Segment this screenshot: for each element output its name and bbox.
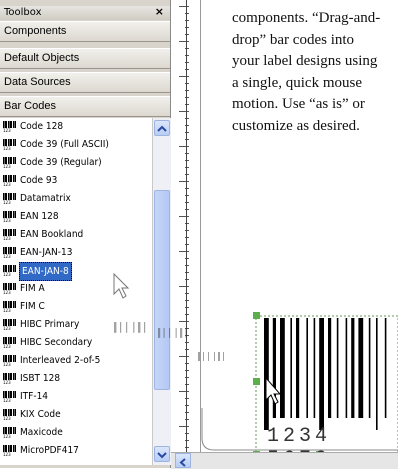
description-text: components. “Drag-and- drop” bar codes i… <box>232 8 398 137</box>
scroll-left-button[interactable] <box>175 453 191 468</box>
svg-text:123: 123 <box>3 254 11 258</box>
svg-text:123: 123 <box>3 272 11 276</box>
list-item[interactable]: 123 Code 128 <box>0 118 152 135</box>
list-item[interactable]: 123 Code 39 (Regular) <box>0 154 152 171</box>
category-bar-codes[interactable]: Bar Codes <box>0 96 170 117</box>
resize-handle <box>253 378 260 385</box>
list-item-label: KIX Code <box>20 409 61 420</box>
list-item-label: Code 93 <box>20 175 58 186</box>
svg-text:123: 123 <box>3 236 11 240</box>
svg-text:123: 123 <box>3 164 11 168</box>
barcode-icon: 123 <box>3 409 16 420</box>
barcode-icon: 123 <box>3 373 16 384</box>
barcode-icon: 123 <box>3 337 16 348</box>
category-components[interactable]: Components <box>0 21 170 42</box>
chevron-left-icon <box>179 458 186 467</box>
barcode-icon: 123 <box>3 427 16 438</box>
svg-text:123: 123 <box>3 146 11 150</box>
barcode-icon: 123 <box>3 391 16 402</box>
svg-text:123: 123 <box>3 200 11 204</box>
barcode-icon: 123 <box>3 247 16 258</box>
list-item-label: FIM A <box>20 283 45 294</box>
svg-text:123: 123 <box>3 344 11 348</box>
category-label: Default Objects <box>4 52 80 64</box>
svg-text:123: 123 <box>3 182 11 186</box>
barcode-icon: 123 <box>3 265 16 276</box>
resize-handle <box>253 312 260 319</box>
barcode-icon: 123 <box>3 301 16 312</box>
svg-text:123: 123 <box>3 452 11 456</box>
list-item[interactable]: 123 EAN Bookland <box>0 226 152 243</box>
barcode-icon: 123 <box>3 319 16 330</box>
list-item-label: EAN 128 <box>20 211 59 222</box>
barcode-icon: 123 <box>3 229 16 240</box>
category-label: Components <box>4 25 67 37</box>
barcode-icon: 123 <box>3 283 16 294</box>
list-item[interactable]: 123 EAN-JAN-13 <box>0 244 152 261</box>
list-item[interactable]: 123 EAN 128 <box>0 208 152 225</box>
list-item-label: FIM C <box>20 301 45 312</box>
description-line: your label designs using <box>232 53 378 69</box>
list-item-label: Datamatrix <box>20 193 71 204</box>
description-line: a single, quick mouse <box>232 74 362 91</box>
list-item-label: HIBC Secondary <box>20 337 93 348</box>
chevron-up-icon <box>157 125 167 132</box>
list-item-label: Maxicode <box>20 427 63 438</box>
svg-text:123: 123 <box>3 290 11 294</box>
svg-text:123: 123 <box>3 362 11 366</box>
list-item-label: ISBT 128 <box>20 373 61 384</box>
list-item-label: Code 39 (Full ASCII) <box>20 139 109 150</box>
barcode-icon: 123 <box>3 193 16 204</box>
list-item-label: Code 39 (Regular) <box>20 157 102 168</box>
barcode-icon: 123 <box>3 211 16 222</box>
description-line: drop” bar codes into <box>232 31 355 48</box>
description-line: components. “Drag-and- <box>232 10 381 26</box>
toolbox-title-bar: Toolbox × <box>0 5 170 20</box>
toolbox-panel: Toolbox × Components Default Objects Dat… <box>0 0 171 468</box>
mouse-cursor-icon <box>113 272 130 299</box>
list-item[interactable]: 123 Code 93 <box>0 172 152 189</box>
svg-text:123: 123 <box>3 416 11 420</box>
scroll-down-button[interactable] <box>154 446 170 462</box>
barcode-icon: 123 <box>3 355 16 366</box>
list-item-label: EAN-JAN-13 <box>20 247 73 258</box>
list-item-label: EAN-JAN-8 <box>19 262 72 281</box>
barcode-bars <box>264 318 387 430</box>
list-item[interactable]: 123 Code 39 (Full ASCII) <box>0 136 152 153</box>
list-item-label: Code 128 <box>20 121 64 132</box>
list-item-label: Interleaved 2-of-5 <box>20 355 101 366</box>
toolbox-title: Toolbox <box>4 7 42 18</box>
description-line: motion. Use “as is” or <box>232 96 365 112</box>
barcode-icon: 123 <box>3 445 16 456</box>
horizontal-scrollbar[interactable] <box>171 452 398 469</box>
list-item[interactable]: 123 KIX Code <box>0 406 152 423</box>
svg-text:123: 123 <box>3 380 11 384</box>
svg-text:123: 123 <box>3 128 11 132</box>
category-data-sources[interactable]: Data Sources <box>0 72 170 93</box>
svg-text:123: 123 <box>3 434 11 438</box>
barcode-icon: 123 <box>3 121 16 132</box>
category-label: Bar Codes <box>4 100 56 112</box>
barcode-icon: 123 <box>3 157 16 168</box>
list-item[interactable]: 123 Datamatrix <box>0 190 152 207</box>
barcode-icon: 123 <box>3 175 16 186</box>
list-item-label: ITF-14 <box>20 391 49 402</box>
list-item[interactable]: 123 MicroPDF417 <box>0 442 152 459</box>
chevron-down-icon <box>157 452 167 459</box>
category-default-objects[interactable]: Default Objects <box>0 48 170 69</box>
svg-text:123: 123 <box>3 218 11 222</box>
description-line: customize as desired. <box>232 117 360 134</box>
svg-text:123: 123 <box>3 308 11 312</box>
list-item-label: EAN Bookland <box>20 229 84 240</box>
scroll-up-button[interactable] <box>154 120 170 136</box>
category-label: Data Sources <box>4 76 71 88</box>
list-item-label: MicroPDF417 <box>20 445 79 456</box>
svg-text:123: 123 <box>3 398 11 402</box>
close-icon[interactable]: × <box>155 5 164 19</box>
barcode-icon: 123 <box>3 139 16 150</box>
drag-ghost-icon <box>113 272 224 361</box>
list-item[interactable]: 123 Maxicode <box>0 424 152 441</box>
svg-text:123: 123 <box>3 326 11 330</box>
list-item-label: HIBC Primary <box>20 319 80 330</box>
